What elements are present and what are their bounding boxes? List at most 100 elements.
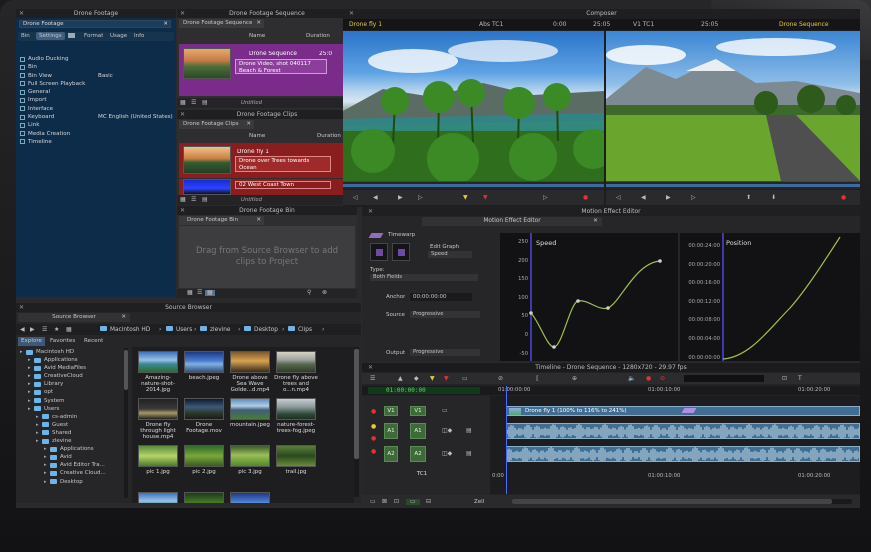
tree-scrollbar[interactable] bbox=[124, 348, 128, 498]
file-thumbnail[interactable] bbox=[138, 492, 178, 503]
settings-item[interactable]: Bin View Basic bbox=[18, 72, 174, 80]
track-v1[interactable]: V1 bbox=[410, 406, 426, 416]
step-forward-icon[interactable]: ▷ bbox=[691, 195, 696, 201]
checkbox[interactable] bbox=[20, 139, 25, 145]
audio-keyframe-icon[interactable]: ◫◆ bbox=[442, 428, 452, 434]
extract-icon[interactable]: ◆ bbox=[414, 376, 419, 382]
track-a1[interactable]: A1 bbox=[410, 423, 426, 439]
file-thumbnail[interactable] bbox=[276, 445, 316, 467]
record-sequence-name[interactable]: Drone Sequence bbox=[779, 19, 829, 30]
track-a1-patch[interactable]: A1 bbox=[384, 423, 398, 439]
step-back-icon[interactable]: ◀ bbox=[373, 195, 378, 201]
edit-graph-select[interactable]: Speed bbox=[428, 251, 472, 258]
step-back-icon[interactable]: ◀ bbox=[641, 195, 646, 201]
col-duration[interactable]: Duration bbox=[306, 32, 330, 40]
master-timecode[interactable]: 01:00:00:00 bbox=[368, 387, 480, 394]
solo-icon[interactable]: ▭ bbox=[442, 408, 448, 414]
close-icon[interactable]: ✕ bbox=[256, 216, 261, 225]
bin-label[interactable]: Untitled bbox=[241, 197, 262, 203]
file-thumbnail[interactable] bbox=[230, 445, 270, 467]
checkbox[interactable] bbox=[20, 56, 25, 62]
zoom-label[interactable]: Zell bbox=[474, 499, 484, 505]
tab-favorites[interactable]: Favorites bbox=[50, 337, 75, 346]
trash-icon[interactable]: ▤ bbox=[202, 197, 208, 203]
search-icon[interactable]: ⚲ bbox=[307, 290, 311, 296]
settings-item[interactable]: Keyboard MC English (United States) bbox=[18, 113, 174, 121]
audio-clip-a2[interactable] bbox=[506, 446, 860, 462]
video-clip[interactable]: Drone fly 1 (100% to 116% to 241%) bbox=[506, 406, 860, 416]
settings-item[interactable]: Media Creation bbox=[18, 130, 174, 138]
grid-icon[interactable]: ▦ bbox=[66, 327, 72, 333]
path-clips[interactable]: Clips bbox=[288, 326, 312, 333]
checkbox[interactable] bbox=[20, 97, 25, 103]
segment-icon[interactable]: ▭ bbox=[462, 376, 468, 382]
clip-description[interactable]: Drone over Trees towards Ocean bbox=[235, 156, 331, 172]
settings-item[interactable]: Full Screen Playback bbox=[18, 80, 174, 88]
play-icon[interactable]: ▶ bbox=[666, 195, 671, 201]
splice-icon[interactable]: ▼ bbox=[430, 376, 435, 382]
track-a2-patch[interactable]: A2 bbox=[384, 446, 398, 462]
anchor-field[interactable]: 00:00:00:00 bbox=[410, 293, 472, 301]
mode-icon[interactable]: ▭ bbox=[406, 499, 420, 505]
source-monitor[interactable] bbox=[343, 31, 604, 181]
tree-item[interactable]: ▸ opt bbox=[20, 388, 128, 396]
timeline-ruler[interactable]: 01:00:00:00 01:00:10:00 01:00:20:00 bbox=[490, 386, 860, 395]
effect-thumb-2[interactable] bbox=[392, 243, 410, 261]
close-icon[interactable]: ⊗ bbox=[322, 290, 327, 296]
lift-icon[interactable]: ▲ bbox=[398, 376, 403, 382]
text-tool-icon[interactable]: T bbox=[798, 376, 802, 382]
waveform-icon[interactable]: ▤ bbox=[466, 451, 472, 457]
tree-item[interactable]: ▸ Applications bbox=[20, 445, 128, 453]
file-thumbnail[interactable] bbox=[138, 398, 178, 420]
tab-recent[interactable]: Recent bbox=[84, 337, 103, 346]
settings-item[interactable]: Timeline bbox=[18, 138, 174, 146]
file-thumbnail[interactable] bbox=[184, 445, 224, 467]
file-thumbnail[interactable] bbox=[138, 445, 178, 467]
record-position-bar[interactable] bbox=[606, 181, 860, 189]
close-icon[interactable]: ✕ bbox=[121, 313, 126, 322]
grid-icon[interactable]: ▦ bbox=[180, 197, 186, 203]
checkbox[interactable] bbox=[20, 89, 25, 95]
record-enable-icon[interactable]: ● bbox=[371, 436, 376, 442]
tree-item[interactable]: ▸ zlevine bbox=[20, 437, 128, 445]
file-scrollbar[interactable] bbox=[354, 347, 359, 497]
file-thumbnail[interactable] bbox=[230, 492, 270, 503]
close-icon[interactable]: ✕ bbox=[246, 120, 251, 129]
tree-item[interactable]: ▸ cs-admin bbox=[20, 413, 128, 421]
sequence-description[interactable]: Drone Video, shot 040117 Beach & Forest bbox=[235, 59, 327, 74]
record-monitor[interactable] bbox=[606, 31, 860, 181]
sequence-row[interactable]: Drone Sequence 25:0 Drone Video, shot 04… bbox=[179, 44, 354, 96]
browser-tab[interactable]: Source Browser ✕ bbox=[18, 313, 130, 322]
col-name[interactable]: Name bbox=[249, 132, 265, 140]
list-icon[interactable]: ☰ bbox=[191, 100, 196, 106]
record-tc-label[interactable]: V1 TC1 bbox=[633, 19, 654, 30]
checkbox[interactable] bbox=[20, 106, 25, 112]
close-icon[interactable]: ✕ bbox=[180, 110, 185, 119]
audio-clip-a1[interactable] bbox=[506, 423, 860, 439]
record-icon[interactable]: ● bbox=[841, 195, 846, 201]
mode-icon[interactable]: ⊟ bbox=[426, 499, 431, 505]
list-icon[interactable]: ☰ bbox=[197, 290, 202, 296]
tree-item[interactable]: ▸ Guest bbox=[20, 421, 128, 429]
tree-item[interactable]: ▸ Shared bbox=[20, 429, 128, 437]
mark-in-icon[interactable]: ◁ bbox=[616, 195, 621, 201]
record-icon[interactable]: ● bbox=[583, 195, 588, 201]
list-view-icon[interactable]: ☰ bbox=[42, 327, 47, 333]
settings-item[interactable]: Interface bbox=[18, 105, 174, 113]
trash-icon[interactable]: ▤ bbox=[202, 100, 208, 106]
track-v1-patch[interactable]: V1 bbox=[384, 406, 398, 416]
editor-tab[interactable]: Motion Effect Editor ✕ bbox=[422, 217, 602, 226]
close-icon[interactable]: ✕ bbox=[368, 207, 373, 216]
bin-tab[interactable]: Drone Footage Clips ✕ bbox=[179, 120, 254, 129]
checkbox[interactable] bbox=[20, 81, 25, 87]
settings-item[interactable]: Link bbox=[18, 121, 174, 129]
record-icon[interactable]: ● bbox=[646, 376, 651, 382]
mode-icon[interactable]: ⊠ bbox=[382, 499, 387, 505]
source-select[interactable]: Progressive bbox=[410, 311, 480, 318]
checkbox[interactable] bbox=[20, 122, 25, 128]
tab-explore[interactable]: Explore bbox=[18, 337, 45, 346]
track-area[interactable]: Drone fly 1 (100% to 116% to 241%) 0:00 0… bbox=[490, 386, 860, 494]
tree-item[interactable]: ▸ Users bbox=[20, 405, 128, 413]
waveform-icon[interactable]: ▤ bbox=[466, 428, 472, 434]
tab-usage[interactable]: Usage bbox=[110, 33, 127, 39]
